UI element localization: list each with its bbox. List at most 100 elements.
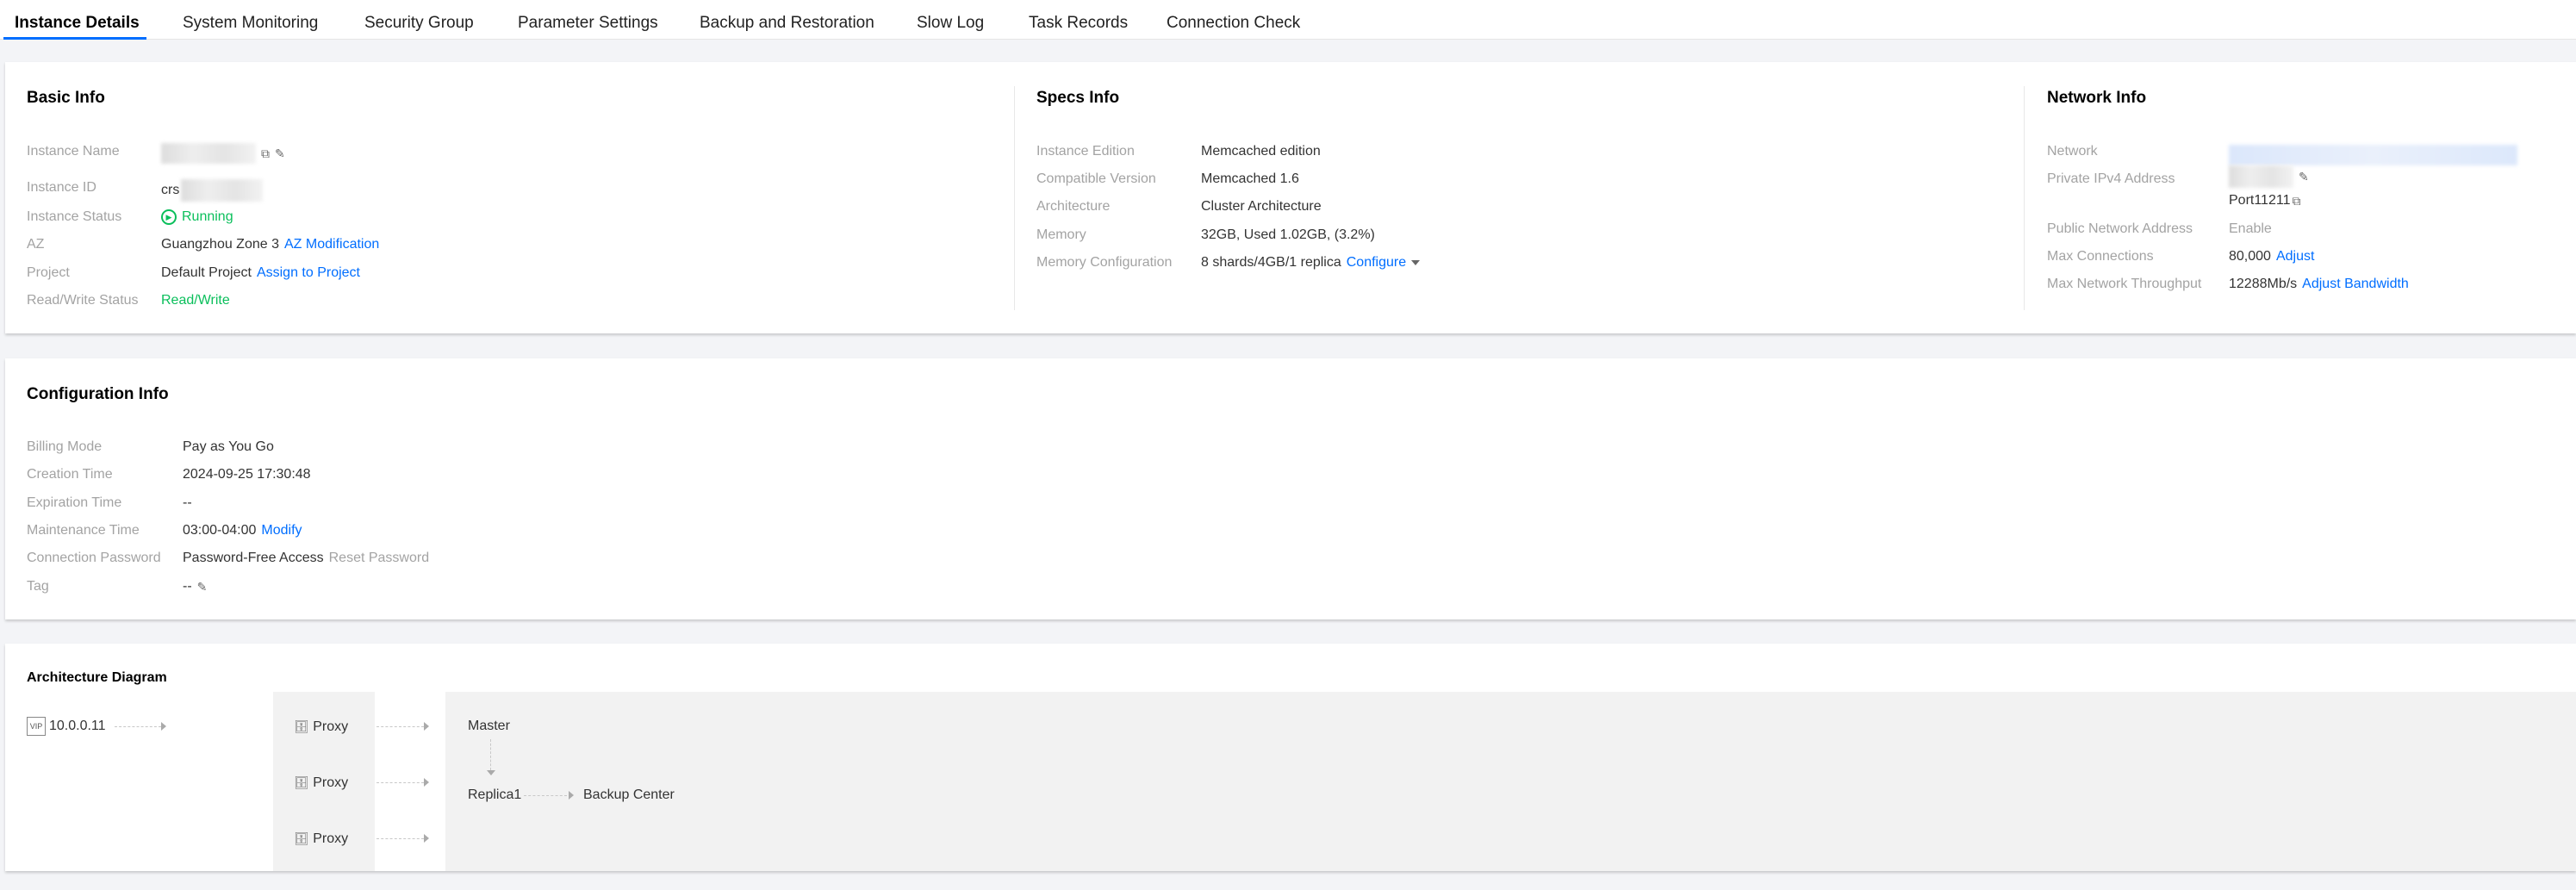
server-icon: 🗄 <box>294 719 309 733</box>
rw-status-value: Read/Write <box>161 293 230 308</box>
tab-connection-check[interactable]: Connection Check <box>1167 12 1300 34</box>
status-text: Running <box>182 209 233 224</box>
network-info-title: Network Info <box>2047 89 2147 107</box>
proxy-node: 🗄 Proxy <box>294 830 348 848</box>
project-value: Default Project Assign to Project <box>161 265 360 282</box>
instance-id-prefix: crs <box>161 183 180 197</box>
memory-config-text: 8 shards/4GB/1 replica <box>1201 255 1341 270</box>
label-instance-status: Instance Status <box>27 209 122 224</box>
password-text: Password-Free Access <box>183 551 324 565</box>
instance-id-value: crs <box>161 179 264 202</box>
instance-name-value: ⧉ ✎ <box>161 143 285 164</box>
max-conn-text: 80,000 <box>2229 249 2271 264</box>
connector-line <box>376 782 424 783</box>
tab-parameter-settings[interactable]: Parameter Settings <box>518 12 658 34</box>
label-creation-time: Creation Time <box>27 467 113 482</box>
adjust-connections-link[interactable]: Adjust <box>2276 248 2314 265</box>
redacted-instance-id <box>181 179 264 202</box>
project-text: Default Project <box>161 265 252 280</box>
tab-system-monitoring[interactable]: System Monitoring <box>183 12 318 34</box>
proxy-label: Proxy <box>313 831 349 846</box>
replica-node: Replica1 <box>468 787 522 802</box>
edit-icon[interactable]: ✎ <box>197 578 208 595</box>
label-project: Project <box>27 265 70 280</box>
proxy-node: 🗄 Proxy <box>294 718 348 736</box>
az-value: Guangzhou Zone 3 AZ Modification <box>161 236 379 253</box>
throughput-text: 12288Mb/s <box>2229 277 2298 291</box>
edit-icon[interactable]: ✎ <box>275 145 285 162</box>
copy-icon[interactable]: ⧉ <box>261 145 270 162</box>
instance-status: ▶ Running <box>161 208 233 226</box>
connector-line <box>376 838 424 839</box>
label-network: Network <box>2047 144 2098 159</box>
active-tab-indicator <box>3 37 146 40</box>
caret-down-icon[interactable] <box>1411 260 1421 265</box>
reset-password-link[interactable]: Reset Password <box>329 550 430 567</box>
label-expiration-time: Expiration Time <box>27 495 122 510</box>
label-compatible-version: Compatible Version <box>1036 171 1156 186</box>
tab-security-group[interactable]: Security Group <box>364 12 474 34</box>
label-instance-edition: Instance Edition <box>1036 144 1135 159</box>
label-memory: Memory <box>1036 227 1086 242</box>
arrow-right-icon <box>569 791 574 800</box>
az-modification-link[interactable]: AZ Modification <box>284 236 379 253</box>
master-node: Master <box>468 719 510 733</box>
redacted-network <box>2229 145 2517 165</box>
server-icon: 🗄 <box>294 831 309 845</box>
maintenance-text: 03:00-04:00 <box>183 523 257 538</box>
tab-instance-details[interactable]: Instance Details <box>15 12 140 34</box>
label-memory-configuration: Memory Configuration <box>1036 255 1173 270</box>
maintenance-time-value: 03:00-04:00 Modify <box>183 522 302 539</box>
vip-icon: VIP <box>27 717 46 736</box>
label-max-throughput: Max Network Throughput <box>2047 277 2202 291</box>
arrow-right-icon <box>424 834 429 843</box>
tab-slow-log[interactable]: Slow Log <box>917 12 984 34</box>
private-ip-value: ✎ <box>2229 165 2309 188</box>
connector-line <box>524 795 567 796</box>
server-icon: 🗄 <box>294 775 309 789</box>
billing-mode-value: Pay as You Go <box>183 439 274 454</box>
memory-value: 32GB, Used 1.02GB, (3.2%) <box>1201 227 1375 242</box>
architecture-value: Cluster Architecture <box>1201 199 1322 214</box>
connector-line <box>490 739 491 770</box>
running-icon: ▶ <box>161 209 177 225</box>
memory-configuration-value: 8 shards/4GB/1 replica Configure <box>1201 254 1421 271</box>
tab-backup-restoration[interactable]: Backup and Restoration <box>700 12 874 34</box>
port-text: Port11211 <box>2229 193 2291 208</box>
divider <box>2024 86 2025 310</box>
configuration-info-card <box>5 358 2576 619</box>
label-maintenance-time: Maintenance Time <box>27 523 140 538</box>
edit-icon[interactable]: ✎ <box>2299 168 2309 185</box>
arrow-right-icon <box>424 778 429 787</box>
basic-info-title: Basic Info <box>27 89 105 107</box>
max-throughput-value: 12288Mb/s Adjust Bandwidth <box>2229 276 2409 293</box>
arrow-down-icon <box>487 770 495 775</box>
connector-line <box>376 726 424 727</box>
tag-value: -- ✎ <box>183 578 207 595</box>
divider <box>1014 86 1015 310</box>
configuration-info-title: Configuration Info <box>27 385 169 403</box>
arrow-right-icon <box>161 722 166 731</box>
label-instance-id: Instance ID <box>27 180 96 195</box>
tab-task-records[interactable]: Task Records <box>1029 12 1128 34</box>
label-max-connections: Max Connections <box>2047 249 2154 264</box>
label-rw-status: Read/Write Status <box>27 293 139 308</box>
storage-area <box>445 692 2576 871</box>
instance-edition-value: Memcached edition <box>1201 144 1321 159</box>
configure-link[interactable]: Configure <box>1347 254 1406 271</box>
copy-icon[interactable]: ⧉ <box>2292 192 2300 209</box>
proxy-node: 🗄 Proxy <box>294 774 348 792</box>
modify-maintenance-link[interactable]: Modify <box>261 522 302 539</box>
architecture-title: Architecture Diagram <box>27 670 167 685</box>
label-tag: Tag <box>27 579 49 594</box>
label-instance-name: Instance Name <box>27 144 120 159</box>
backup-center-node: Backup Center <box>583 787 675 802</box>
proxy-label: Proxy <box>313 719 349 734</box>
assign-project-link[interactable]: Assign to Project <box>257 265 360 282</box>
label-az: AZ <box>27 237 45 252</box>
label-architecture: Architecture <box>1036 199 1111 214</box>
public-network-enable[interactable]: Enable <box>2229 221 2272 238</box>
az-text: Guangzhou Zone 3 <box>161 237 279 252</box>
adjust-bandwidth-link[interactable]: Adjust Bandwidth <box>2302 276 2409 293</box>
tag-text: -- <box>183 579 192 594</box>
